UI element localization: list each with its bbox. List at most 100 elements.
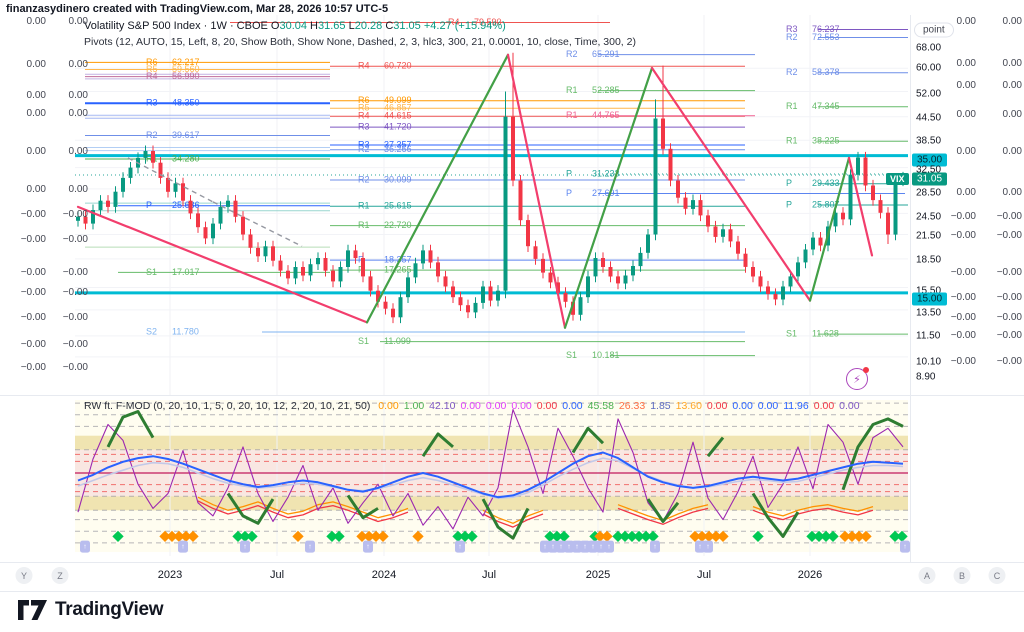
indicator-value: 0.00 — [986, 187, 1022, 198]
candle-body — [309, 264, 313, 275]
indicator-value: −0.00 — [986, 267, 1022, 278]
candle-body — [481, 287, 485, 303]
oscillator-value: 0.00 — [537, 400, 557, 412]
oscillator-value: 0.00 — [814, 400, 834, 412]
pivot-label-name: P — [566, 188, 572, 198]
candle-body — [181, 183, 185, 200]
indicator-value: 0.00 — [938, 187, 976, 198]
candle-body — [421, 250, 425, 263]
candle-body — [624, 276, 628, 284]
indicator-value: 0.00 — [986, 80, 1022, 91]
price-chart-canvas[interactable]: R479.590R662.217R559.560R456.990R348.350… — [0, 0, 1024, 396]
candle-body — [346, 250, 350, 267]
legend-segment: 31.05 — [393, 20, 424, 32]
candle-body — [594, 258, 598, 276]
legend-segment: 31.65 — [318, 20, 349, 32]
time-label-2026: 2026 — [798, 569, 822, 581]
up-arrow-glyph: ↑ — [903, 544, 907, 551]
candle-body — [144, 151, 148, 158]
indicator-value: −0.00 — [938, 356, 976, 367]
symbol-legend[interactable]: Volatility S&P 500 Index · 1W · CBOE O30… — [84, 20, 506, 32]
oscillator-value: 13.60 — [676, 400, 702, 412]
oscillator-value: 0.00 — [732, 400, 752, 412]
pivot-label-value: 72.553 — [812, 32, 840, 42]
pivot-label-value: 58.378 — [812, 67, 840, 77]
candle-body — [429, 250, 433, 262]
oscillator-value: 0.00 — [460, 400, 480, 412]
candle-body — [631, 266, 635, 275]
pivot-label-name: S1 — [566, 350, 577, 360]
indicator-value: 0.00 — [938, 80, 976, 91]
hotkey-button-b[interactable]: B — [954, 567, 971, 584]
price-tick-label: 18.50 — [916, 255, 941, 266]
panel-separator[interactable] — [0, 395, 1024, 396]
candle-body — [879, 200, 883, 213]
instant-trading-icon[interactable]: ⚡ — [846, 368, 868, 390]
candle-body — [751, 267, 755, 277]
candle-body — [684, 198, 688, 209]
oscillator-title: RW ft. F-MOD (0, 20, 10, 1, 5, 0, 20, 10… — [84, 400, 373, 412]
candle-body — [714, 227, 718, 237]
indicator-value: −0.00 — [938, 267, 976, 278]
hotkey-button-c[interactable]: C — [989, 567, 1006, 584]
indicator-value: 0.00 — [52, 146, 88, 157]
oscillator-legend[interactable]: RW ft. F-MOD (0, 20, 10, 1, 5, 0, 20, 10… — [84, 400, 860, 412]
pivot-label-value: 17.017 — [172, 267, 200, 277]
oscillator-panel-canvas[interactable]: ↑↑↑↑↑↑↑↑↑↑↑↑↑↑↑↑↑↑↑ — [0, 396, 1024, 563]
hotkey-button-z[interactable]: Z — [52, 567, 69, 584]
zigzag-segment — [565, 68, 652, 328]
tradingview-brand[interactable]: TradingView — [18, 599, 163, 621]
pivot-label-value: 27.691 — [592, 188, 620, 198]
pivot-label-name: R4 — [358, 111, 370, 121]
candle-body — [789, 276, 793, 286]
price-badge: 31.05 — [912, 173, 947, 186]
oscillator-value: 1.00 — [404, 400, 424, 412]
up-arrow-glyph: ↑ — [599, 544, 603, 551]
candle-body — [264, 246, 268, 256]
candle-body — [99, 201, 103, 210]
indicator-value: 0.00 — [986, 58, 1022, 69]
pivot-label-name: R1 — [566, 110, 578, 120]
candle-body — [849, 175, 853, 220]
indicator-value: −0.00 — [938, 230, 976, 241]
indicator-value: −0.00 — [52, 339, 88, 350]
indicator-value: −0.00 — [938, 292, 976, 303]
indicator-value: −0.00 — [8, 267, 46, 278]
time-axis[interactable]: 2023Jul2024Jul2025Jul2026YZABC — [0, 563, 1024, 591]
pivot-label-name: R1 — [786, 136, 798, 146]
pivot-label-value: 56.990 — [172, 71, 200, 81]
price-tick-label: 38.50 — [916, 136, 941, 147]
oscillator-value: 0.00 — [486, 400, 506, 412]
candle-body — [586, 276, 590, 297]
price-axis[interactable]: point68.0060.0052.0044.5038.5035.0032.50… — [910, 15, 962, 563]
candle-body — [796, 262, 800, 276]
candle-body — [129, 168, 133, 178]
hotkey-button-y[interactable]: Y — [16, 567, 33, 584]
pivot-label-value: 39.617 — [172, 130, 200, 140]
candle-body — [676, 181, 680, 198]
oscillator-value: 0.00 — [839, 400, 859, 412]
candle-body — [616, 276, 620, 283]
candle-body — [669, 149, 673, 181]
hotkey-button-a[interactable]: A — [919, 567, 936, 584]
indicator-value: 0.00 — [52, 90, 88, 101]
pivot-label-value: 52.285 — [592, 85, 620, 95]
candle-body — [174, 183, 178, 192]
indicator-value: −0.00 — [986, 211, 1022, 222]
indicator-value: −0.00 — [938, 330, 976, 341]
candle-body — [114, 192, 118, 207]
oscillator-value: 11.96 — [783, 400, 809, 412]
up-arrow-glyph: ↑ — [243, 544, 247, 551]
pivot-label-value: 36.266 — [384, 144, 412, 154]
oscillator-value: 1.85 — [650, 400, 670, 412]
pivot-label-value: 29.433 — [812, 178, 840, 188]
pivot-label-value: 11.628 — [812, 328, 839, 338]
indicator-value: 0.00 — [8, 184, 46, 195]
legend-segment: Volatility S&P 500 Index — [84, 20, 201, 32]
up-arrow-glyph: ↑ — [653, 544, 657, 551]
oscillator-value: 0.00 — [511, 400, 531, 412]
candle-body — [286, 271, 290, 279]
candle-body — [474, 303, 478, 313]
pivots-indicator-legend[interactable]: Pivots (12, AUTO, 15, Left, 8, 20, Show … — [84, 36, 636, 48]
indicator-value: −0.00 — [986, 292, 1022, 303]
